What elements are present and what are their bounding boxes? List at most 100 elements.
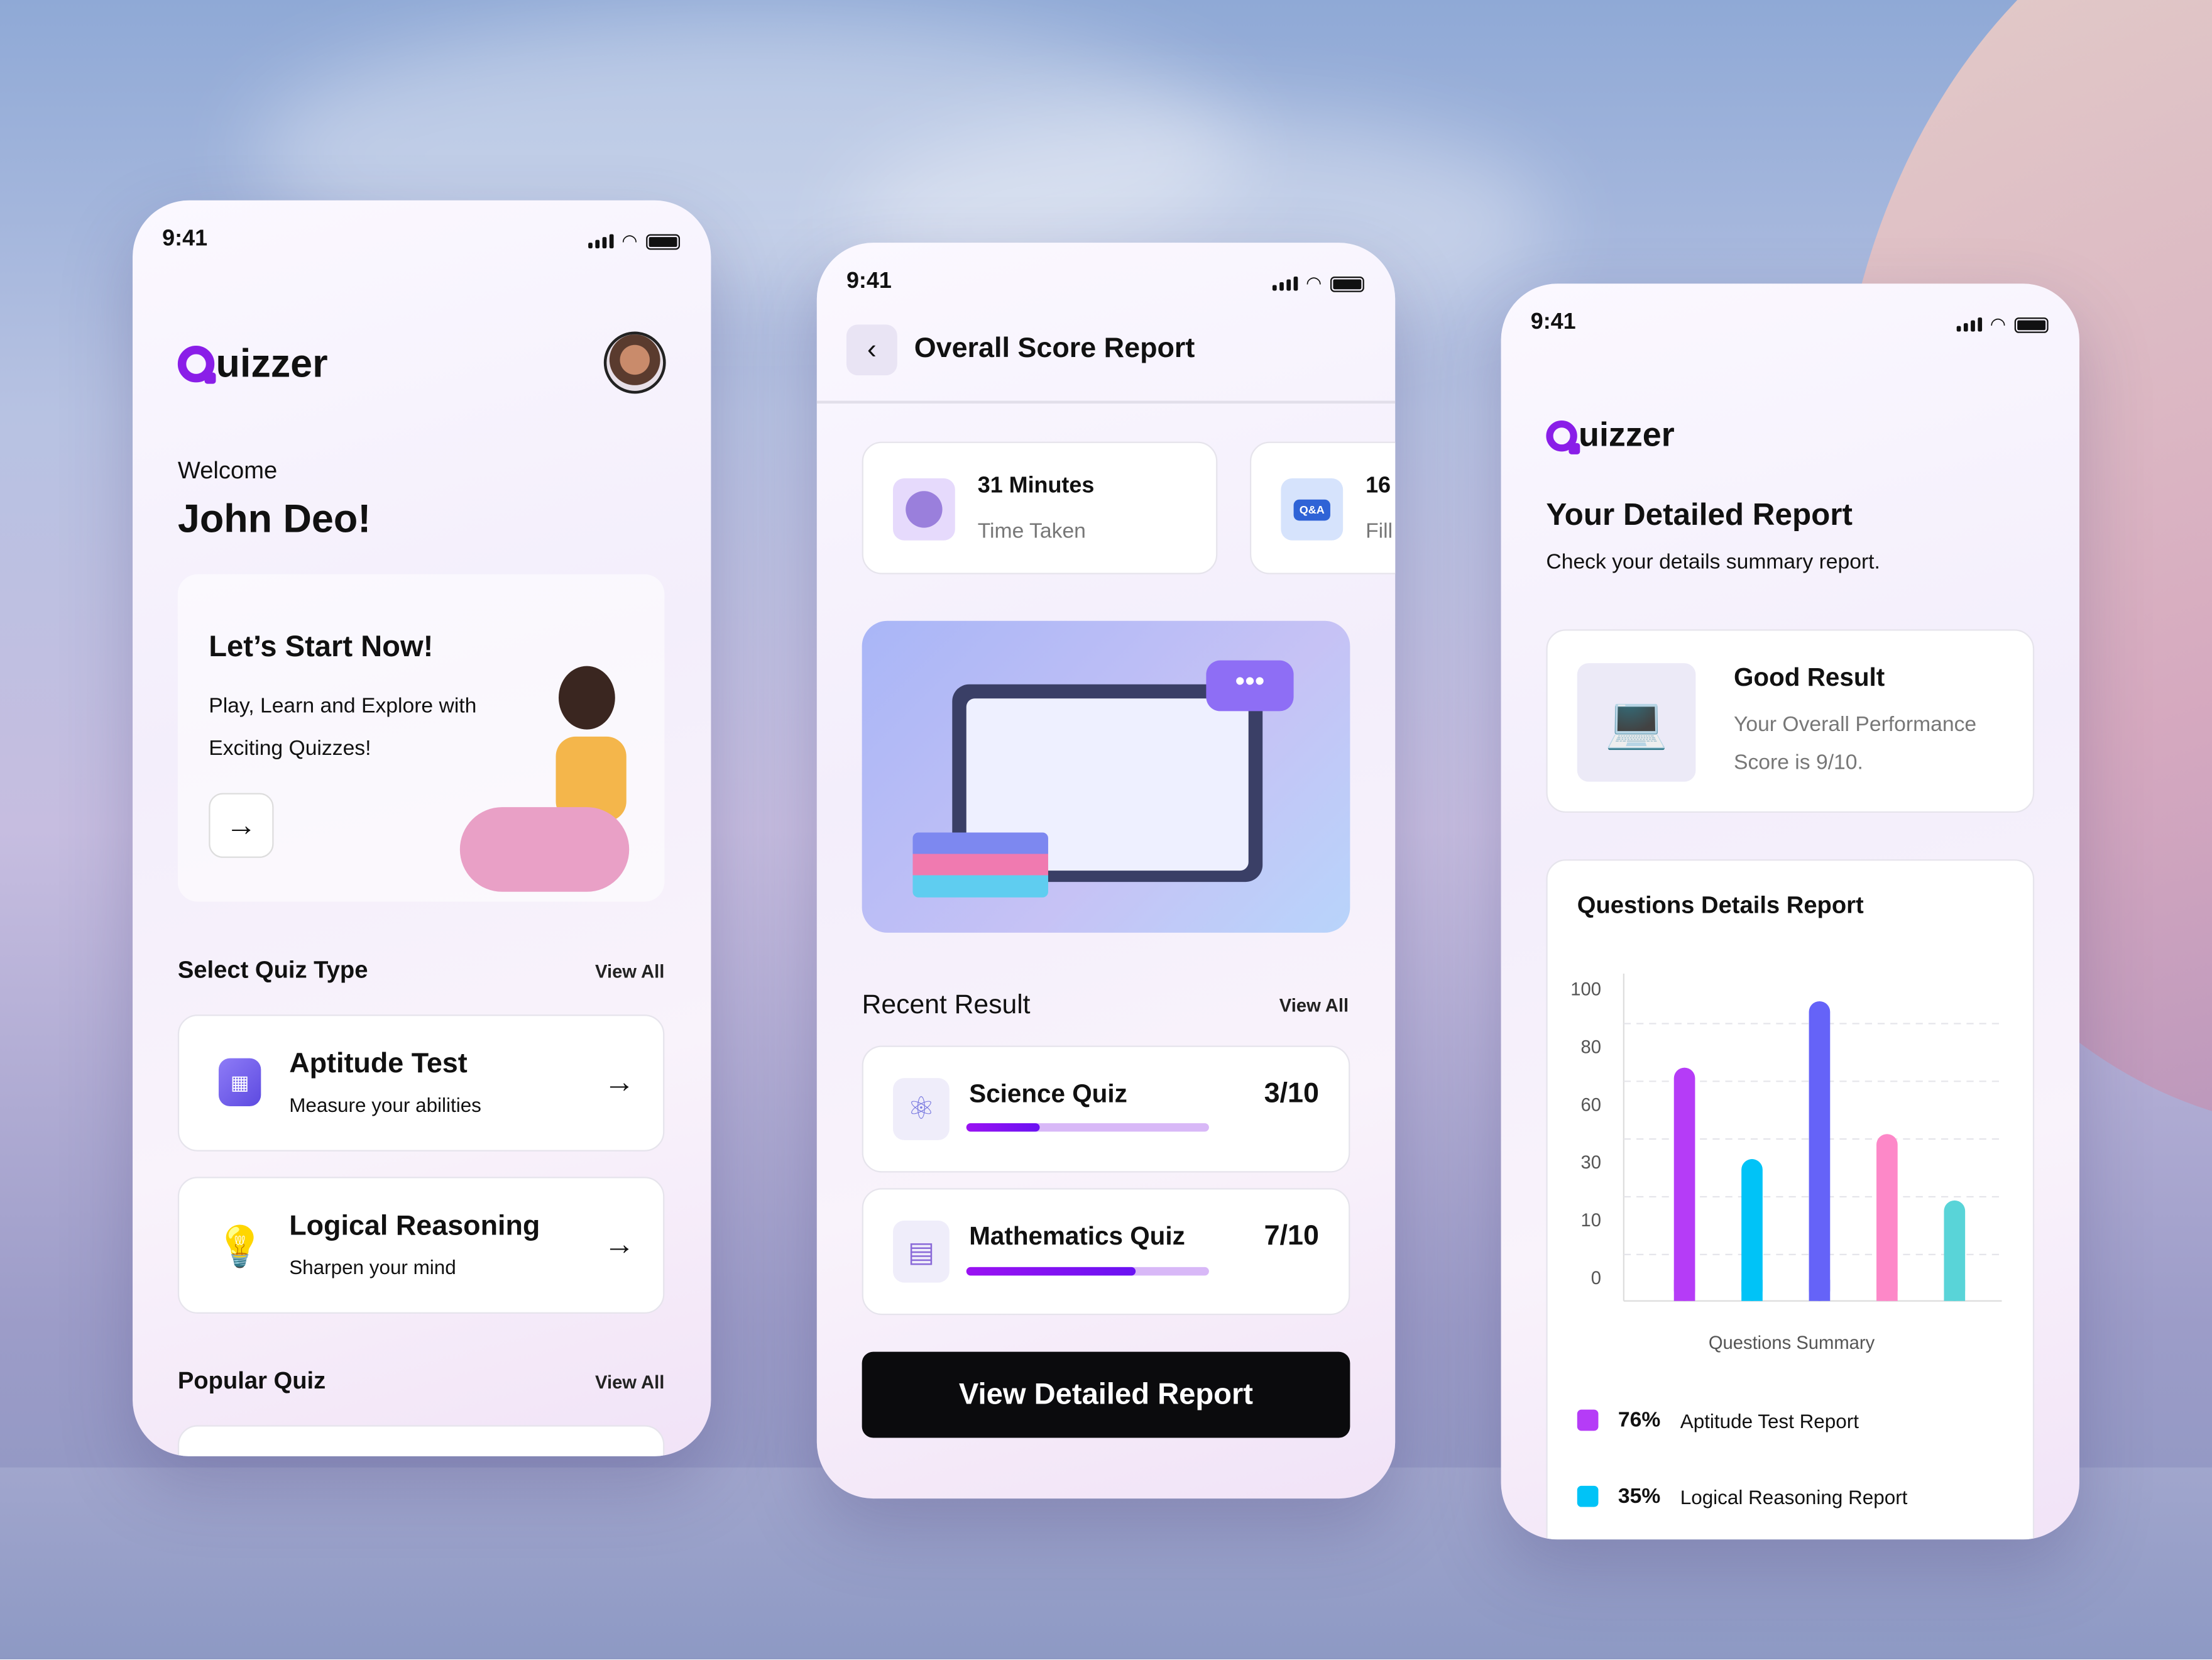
header-divider bbox=[816, 400, 1396, 403]
signal-icon bbox=[1272, 277, 1298, 291]
stat-label: Time Taken bbox=[977, 519, 1086, 544]
wifi-icon: ◠ bbox=[1306, 272, 1322, 294]
quizzer-logo: uizzer bbox=[177, 341, 328, 387]
status-time: 9:41 bbox=[162, 227, 208, 251]
detailed-report-screen: 9:41 ◠ uizzer Your Detailed Report Check… bbox=[1501, 283, 2079, 1540]
page-title: Overall Score Report bbox=[914, 333, 1195, 365]
quiz-type-subtitle: Sharpen your mind bbox=[289, 1255, 456, 1278]
stat-value: 16 bbox=[1366, 474, 1391, 498]
arrow-right-icon[interactable]: → bbox=[604, 1226, 635, 1263]
y-tick-label: 0 bbox=[1591, 1268, 1601, 1289]
result-card[interactable]: ▤ Mathematics Quiz 7/10 bbox=[862, 1188, 1350, 1316]
result-name: Science Quiz bbox=[969, 1079, 1127, 1108]
quiz-type-title: Logical Reasoning bbox=[289, 1211, 540, 1242]
wifi-icon: ◠ bbox=[1990, 313, 2007, 335]
chart-card: Questions Details Report 0 10 30 60 80 100 Qu… bbox=[1546, 859, 2035, 1540]
page-title: Your Detailed Report bbox=[1546, 497, 1853, 532]
popular-quiz-card[interactable] bbox=[177, 1425, 665, 1456]
status-icons: ◠ bbox=[1956, 313, 2049, 336]
result-score: 7/10 bbox=[1264, 1220, 1319, 1252]
recent-result-heading: Recent Result bbox=[862, 990, 1031, 1021]
bar-base bbox=[1741, 1280, 1763, 1301]
qa-icon: Q&A bbox=[1281, 478, 1344, 541]
arrow-right-icon[interactable]: → bbox=[604, 1064, 635, 1101]
y-tick-label: 100 bbox=[1570, 980, 1601, 1000]
wifi-icon: ◠ bbox=[621, 229, 638, 251]
select-quiz-type-heading: Select Quiz Type bbox=[177, 957, 368, 984]
legend-item: 35% Logical Reasoning Report bbox=[1577, 1484, 1908, 1509]
start-arrow-button[interactable]: → bbox=[209, 793, 274, 858]
result-score: 3/10 bbox=[1264, 1078, 1319, 1109]
bar-base bbox=[1944, 1280, 1966, 1301]
result-name: Mathematics Quiz bbox=[969, 1222, 1185, 1250]
status-icons: ◠ bbox=[588, 229, 681, 253]
result-progress-bar bbox=[966, 1123, 1209, 1132]
hero-line-1: Play, Learn and Explore with bbox=[209, 694, 477, 718]
quiz-type-subtitle: Measure your abilities bbox=[289, 1093, 481, 1116]
battery-icon bbox=[1330, 275, 1364, 292]
bar bbox=[1876, 1134, 1898, 1301]
signal-icon bbox=[1956, 317, 1982, 332]
chart-title: Questions Details Report bbox=[1577, 891, 1864, 919]
clock-icon bbox=[893, 478, 955, 541]
back-button[interactable]: ‹ bbox=[846, 324, 897, 376]
legend-item: 76% Aptitude Test Report bbox=[1577, 1408, 1859, 1432]
view-detailed-report-button[interactable]: View Detailed Report bbox=[862, 1351, 1350, 1438]
home-screen: 9:41 ◠ uizzer Welcome John Deo! Let’s St… bbox=[133, 200, 711, 1456]
status-time: 9:41 bbox=[1530, 310, 1576, 335]
bar bbox=[1809, 1001, 1831, 1301]
quiz-type-card[interactable]: 💡 Logical Reasoning Sharpen your mind → bbox=[177, 1177, 665, 1314]
quiz-type-card[interactable]: ▦ Aptitude Test Measure your abilities → bbox=[177, 1014, 665, 1152]
view-all-link[interactable]: View All bbox=[595, 961, 664, 982]
y-tick-label: 60 bbox=[1581, 1095, 1601, 1115]
result-title: Good Result bbox=[1733, 663, 1885, 692]
signal-icon bbox=[588, 234, 613, 249]
score-report-screen: 9:41 ◠ ‹ Overall Score Report 31 Minutes… bbox=[816, 243, 1396, 1499]
user-name: John Deo! bbox=[177, 497, 371, 541]
good-result-card: 💻 Good Result Your Overall Performance S… bbox=[1546, 629, 2035, 813]
laptop-icon: 💻 bbox=[1577, 663, 1696, 782]
bar-base bbox=[1876, 1280, 1898, 1301]
legend-label: Logical Reasoning Report bbox=[1680, 1485, 1908, 1508]
view-all-link[interactable]: View All bbox=[1279, 995, 1349, 1016]
result-line-2: Score is 9/10. bbox=[1733, 750, 1863, 775]
y-tick-label: 10 bbox=[1581, 1211, 1601, 1231]
avatar[interactable] bbox=[603, 331, 666, 394]
bar-base bbox=[1809, 1280, 1831, 1301]
document-icon: ▤ bbox=[893, 1220, 950, 1283]
showcase-background: 9:41 ◠ uizzer Welcome John Deo! Let’s St… bbox=[0, 0, 2212, 1660]
result-progress-bar bbox=[966, 1267, 1209, 1276]
result-card[interactable]: ⚛ Science Quiz 3/10 bbox=[862, 1045, 1350, 1173]
hero-title: Let’s Start Now! bbox=[209, 630, 434, 664]
quizzer-logo: uizzer bbox=[1546, 416, 1675, 456]
atom-icon: ⚛ bbox=[893, 1078, 950, 1140]
bar bbox=[1673, 1067, 1695, 1301]
hero-card: Let’s Start Now! Play, Learn and Explore… bbox=[177, 574, 665, 902]
welcome-label: Welcome bbox=[177, 457, 278, 485]
legend-percent: 35% bbox=[1618, 1484, 1661, 1509]
y-tick-label: 30 bbox=[1581, 1153, 1601, 1173]
bar-chart: 0 10 30 60 80 100 bbox=[1570, 973, 2002, 1302]
hero-line-2: Exciting Quizzes! bbox=[209, 736, 371, 761]
quiz-type-title: Aptitude Test bbox=[289, 1048, 468, 1080]
legend-label: Aptitude Test Report bbox=[1680, 1409, 1859, 1432]
report-illustration: ••• bbox=[862, 620, 1350, 933]
battery-icon bbox=[2014, 316, 2049, 333]
battery-icon bbox=[646, 233, 681, 250]
bar bbox=[1741, 1159, 1763, 1301]
result-line-1: Your Overall Performance bbox=[1733, 712, 1977, 737]
status-time: 9:41 bbox=[846, 269, 892, 294]
legend-percent: 76% bbox=[1618, 1408, 1661, 1432]
stat-card: 31 Minutes Time Taken bbox=[862, 441, 1218, 574]
stat-label: Fill bbox=[1366, 519, 1393, 544]
legend-swatch bbox=[1577, 1485, 1599, 1507]
calculator-icon: ▦ bbox=[218, 1058, 261, 1107]
stat-value: 31 Minutes bbox=[977, 474, 1095, 498]
legend-swatch bbox=[1577, 1409, 1599, 1431]
view-all-link[interactable]: View All bbox=[595, 1371, 664, 1393]
page-subtitle: Check your details summary report. bbox=[1546, 550, 1880, 574]
stat-card: Q&A 16 Fill bbox=[1249, 441, 1396, 574]
bar-base bbox=[1673, 1280, 1695, 1301]
y-tick-label: 80 bbox=[1581, 1037, 1601, 1057]
lightbulb-icon: 💡 bbox=[215, 1224, 265, 1268]
